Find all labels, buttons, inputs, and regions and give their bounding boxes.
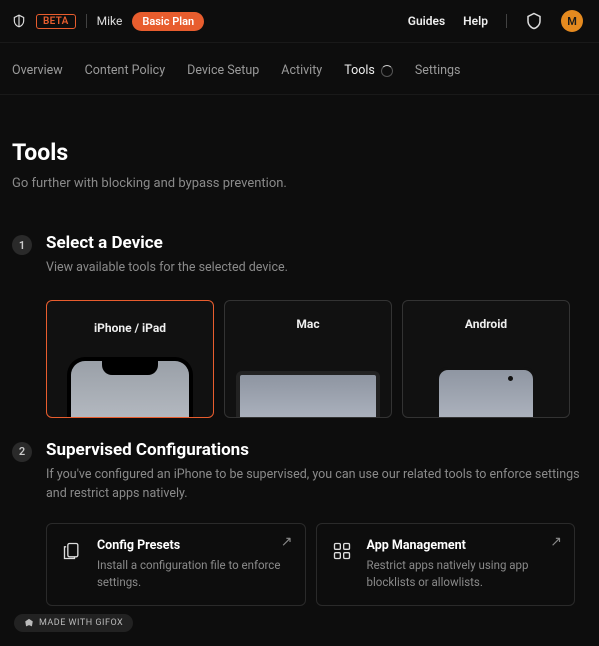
config-appmgmt-desc: Restrict apps natively using app blockli… <box>367 557 561 590</box>
step2-desc: If you've configured an iPhone to be sup… <box>46 466 587 504</box>
device-label: Android <box>403 317 569 331</box>
page-header: Tools Go further with blocking and bypas… <box>0 95 599 211</box>
step-number-2: 2 <box>12 442 32 462</box>
topbar-left: BETA Mike Basic Plan <box>12 12 204 31</box>
device-card-mac[interactable]: Mac <box>224 300 392 418</box>
divider <box>506 14 507 28</box>
config-card-app-management[interactable]: App Management Restrict apps natively us… <box>316 523 576 605</box>
step-select-device: 1 Select a Device View available tools f… <box>0 211 599 418</box>
device-label: iPhone / iPad <box>47 321 213 335</box>
mac-illustration <box>236 371 380 418</box>
page-subtitle: Go further with blocking and bypass prev… <box>12 176 587 191</box>
config-appmgmt-title: App Management <box>367 538 561 553</box>
config-card-presets[interactable]: Config Presets Install a configuration f… <box>46 523 306 605</box>
guides-link[interactable]: Guides <box>408 14 445 28</box>
loading-spinner-icon <box>381 65 393 77</box>
external-link-icon: ↗ <box>550 534 562 550</box>
gifox-label: MADE WITH GIFOX <box>39 618 123 628</box>
gifox-icon <box>24 618 34 628</box>
config-presets-desc: Install a configuration file to enforce … <box>97 557 291 590</box>
device-card-android[interactable]: Android <box>402 300 570 418</box>
made-with-gifox-badge[interactable]: MADE WITH GIFOX <box>14 614 133 632</box>
beta-badge: BETA <box>36 14 76 29</box>
tab-settings[interactable]: Settings <box>415 63 461 78</box>
step1-desc: View available tools for the selected de… <box>46 259 587 278</box>
topbar-right: Guides Help M <box>408 10 587 32</box>
nav-tabs: Overview Content Policy Device Setup Act… <box>0 43 599 95</box>
tab-content-policy[interactable]: Content Policy <box>85 63 165 78</box>
logo-shield-icon <box>12 13 26 29</box>
tab-tools[interactable]: Tools <box>344 63 393 78</box>
plan-badge[interactable]: Basic Plan <box>132 12 204 31</box>
tab-overview[interactable]: Overview <box>12 63 63 78</box>
device-label: Mac <box>225 317 391 331</box>
config-file-icon <box>61 540 83 562</box>
android-illustration <box>436 367 536 418</box>
divider <box>86 14 87 28</box>
shield-icon[interactable] <box>525 12 543 30</box>
tab-tools-label: Tools <box>344 63 375 78</box>
username-label: Mike <box>97 14 123 28</box>
external-link-icon: ↗ <box>281 534 293 550</box>
avatar[interactable]: M <box>561 10 583 32</box>
top-bar: BETA Mike Basic Plan Guides Help M <box>0 0 599 43</box>
iphone-illustration <box>67 357 193 418</box>
step1-title: Select a Device <box>46 233 587 253</box>
config-presets-title: Config Presets <box>97 538 291 553</box>
step-number-1: 1 <box>12 235 32 255</box>
apps-grid-icon <box>331 540 353 562</box>
step2-title: Supervised Configurations <box>46 440 587 460</box>
device-grid: iPhone / iPad Mac Android <box>46 300 587 418</box>
tab-device-setup[interactable]: Device Setup <box>187 63 259 78</box>
tab-activity[interactable]: Activity <box>281 63 322 78</box>
config-grid: Config Presets Install a configuration f… <box>46 523 587 605</box>
device-card-iphone-ipad[interactable]: iPhone / iPad <box>46 300 214 418</box>
page-title: Tools <box>12 139 587 166</box>
step-supervised-configs: 2 Supervised Configurations If you've co… <box>0 418 599 606</box>
help-link[interactable]: Help <box>463 14 488 28</box>
